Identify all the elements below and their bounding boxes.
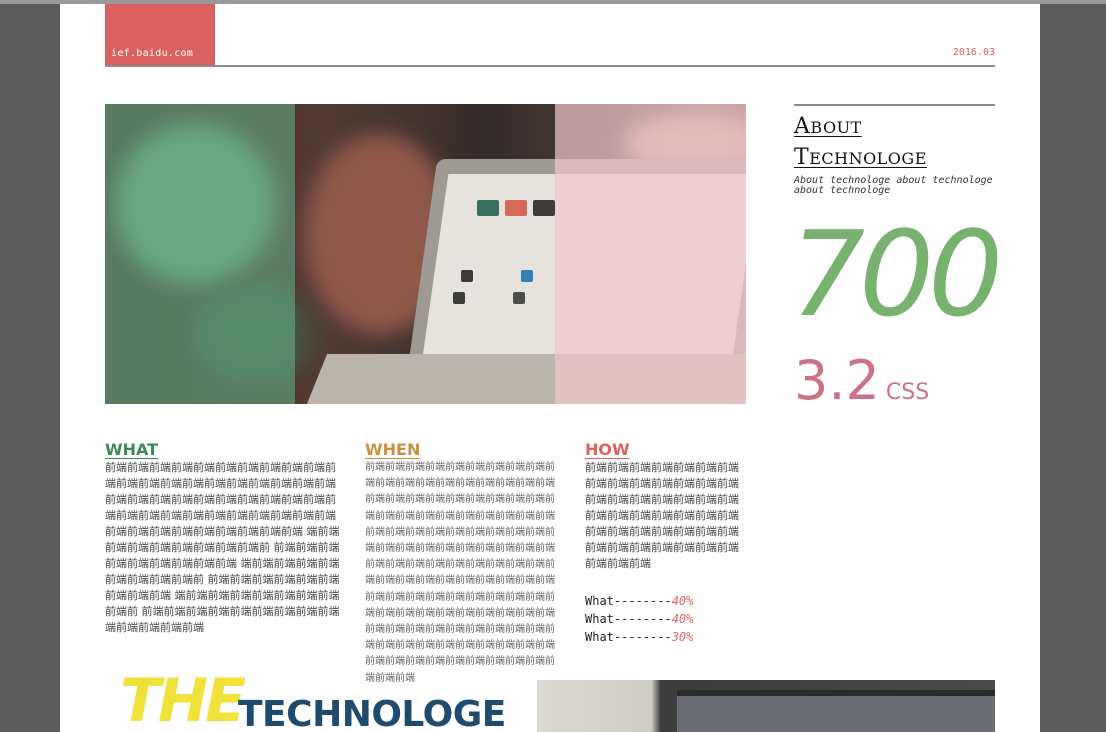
about-title-cap: T (794, 145, 810, 170)
page-canvas: ief.baidu.com 2016.03 ABOUT TECHNOLOGE A… (60, 4, 1040, 732)
column-when: WHEN 前端前端前端前端前端前端前端前端前端前端前端前端前端前端前端前端前端前… (365, 440, 561, 687)
stat-value: 30% (671, 630, 694, 644)
technologe-heading: TECHNOLOGE (238, 694, 506, 732)
issue-date: 2016.03 (952, 47, 995, 58)
column-what: WHAT 前端前端前端前端前端前端前端前端前端前端前端前端前端前端前端前端前端前… (105, 440, 345, 636)
stat-label: What-------- (585, 630, 672, 644)
version-unit: CSS (885, 380, 930, 405)
about-title-rest: ECHNOLOGE (809, 149, 927, 168)
header-divider (105, 65, 995, 67)
green-overlay (105, 104, 295, 404)
column-how: HOW 前端前端前端前端前端前端前端前端前端前端前端前端前端前端前端前端前端前端… (585, 440, 745, 572)
brand-url[interactable]: ief.baidu.com (111, 48, 193, 59)
about-title-line2: TECHNOLOGE (794, 143, 995, 174)
bottom-image (537, 680, 995, 732)
hero-image (105, 104, 746, 404)
about-title-cap: A (794, 114, 811, 139)
column-text: 前端前端前端前端前端前端前端前端前端前端前端前端前端前端前端前端前端前端前端前端… (105, 461, 340, 634)
column-heading[interactable]: HOW (585, 440, 745, 460)
stat-value: 40% (671, 612, 694, 626)
monitor-screen (677, 690, 995, 732)
column-text: 前端前端前端前端前端前端前端前端前端前端前端前端前端前端前端前端前端前端前端前端… (365, 462, 555, 684)
version-label: 3.2 CSS (794, 349, 929, 412)
monitor-bezel (677, 690, 995, 696)
about-title: ABOUT TECHNOLOGE (794, 112, 995, 174)
column-text: 前端前端前端前端前端前端前端前端前端前端前端前端前端前端前端前端前端前端前端前端… (585, 461, 739, 570)
the-heading: THE (120, 666, 246, 732)
stat-value: 40% (671, 594, 694, 608)
stat-row: What--------40% (585, 592, 693, 610)
pink-overlay (555, 104, 746, 404)
column-heading[interactable]: WHEN (365, 440, 561, 460)
stats-list: What--------40% What--------40% What----… (585, 592, 693, 646)
big-number: 700 (790, 205, 1003, 343)
about-subtitle: About technologe about technologe about … (794, 175, 993, 196)
stat-row: What--------30% (585, 628, 693, 646)
stat-row: What--------40% (585, 610, 693, 628)
brand-block[interactable]: ief.baidu.com (105, 4, 215, 65)
stat-label: What-------- (585, 612, 672, 626)
about-divider (794, 104, 995, 106)
version-number: 3.2 (794, 349, 880, 412)
stat-label: What-------- (585, 594, 672, 608)
about-title-rest: BOUT (810, 118, 862, 137)
column-heading[interactable]: WHAT (105, 440, 345, 460)
clear-overlay (295, 104, 555, 404)
about-title-line1: ABOUT (794, 112, 995, 143)
